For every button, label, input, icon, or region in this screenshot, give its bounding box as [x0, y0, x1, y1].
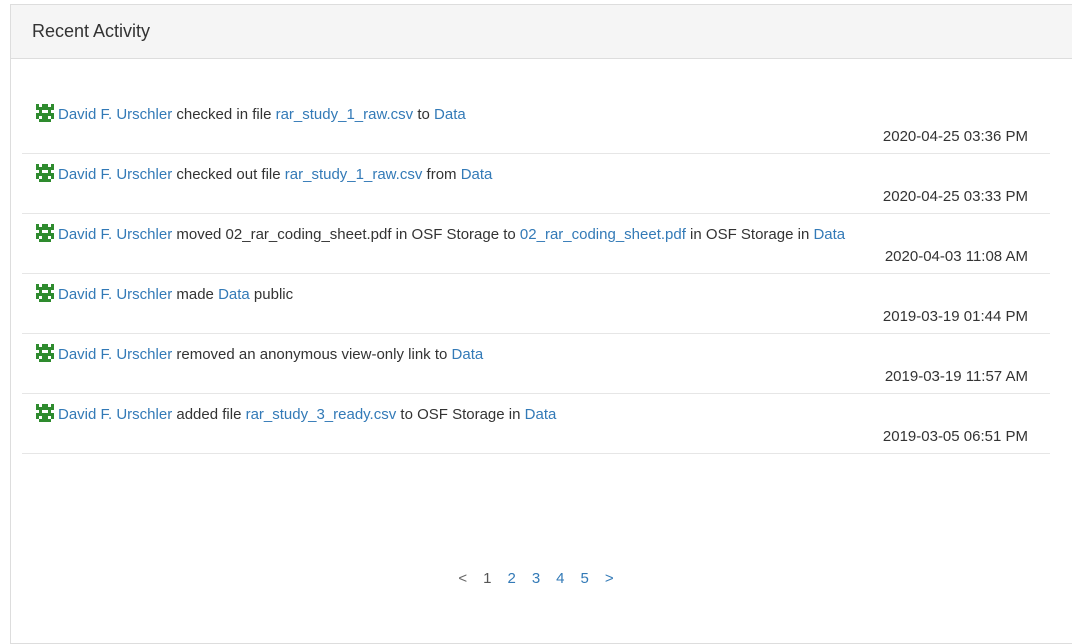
activity-log-item: David F. Urschler made Data public 2019-0… [22, 274, 1050, 334]
pager-next-button[interactable]: > [605, 570, 614, 587]
log-text-fragment: added file [172, 406, 246, 423]
user-link[interactable]: David F. Urschler [58, 406, 172, 423]
log-text: David F. Urschler checked in file rar_st… [22, 104, 1050, 126]
log-timestamp: 2020-04-25 03:33 PM [882, 188, 1028, 205]
pager-page-3[interactable]: 3 [532, 570, 540, 587]
identicon-avatar-icon [36, 104, 54, 122]
log-timestamp: 2020-04-25 03:36 PM [882, 128, 1028, 145]
pager-page-2[interactable]: 2 [507, 570, 515, 587]
log-text: David F. Urschler removed an anonymous v… [22, 344, 1050, 366]
log-text-fragment: removed an anonymous view-only link to [172, 346, 452, 363]
log-text: David F. Urschler moved 02_rar_coding_sh… [22, 224, 1050, 246]
project-link[interactable]: Data [218, 286, 250, 303]
user-link[interactable]: David F. Urschler [58, 286, 172, 303]
identicon-avatar-icon [36, 284, 54, 302]
log-timestamp: 2019-03-19 01:44 PM [882, 308, 1028, 325]
activity-log-item: David F. Urschler moved 02_rar_coding_sh… [22, 214, 1050, 274]
file-link[interactable]: rar_study_3_ready.csv [246, 406, 397, 423]
log-text-fragment: checked out file [172, 166, 285, 183]
log-timestamp: 2020-04-03 11:08 AM [884, 248, 1028, 265]
user-link[interactable]: David F. Urschler [58, 166, 172, 183]
project-link[interactable]: Data [813, 226, 845, 243]
log-text-fragment: public [249, 286, 294, 303]
log-text-fragment: to [413, 106, 435, 123]
activity-log-item: David F. Urschler checked in file rar_st… [22, 94, 1050, 154]
log-text: David F. Urschler added file rar_study_3… [22, 404, 1050, 426]
identicon-avatar-icon [36, 224, 54, 242]
log-timestamp: 2019-03-05 06:51 PM [882, 428, 1028, 445]
log-text-fragment: made [172, 286, 219, 303]
log-text-fragment: to OSF Storage in [396, 406, 525, 423]
user-link[interactable]: David F. Urschler [58, 106, 172, 123]
project-link[interactable]: Data [452, 346, 484, 363]
identicon-avatar-icon [36, 404, 54, 422]
pager-prev-button[interactable]: < [458, 570, 467, 587]
log-timestamp: 2019-03-19 11:57 AM [884, 368, 1028, 385]
file-link[interactable]: rar_study_1_raw.csv [285, 166, 423, 183]
user-link[interactable]: David F. Urschler [58, 226, 172, 243]
activity-log-item: David F. Urschler removed an anonymous v… [22, 334, 1050, 394]
pager-page-4[interactable]: 4 [556, 570, 564, 587]
log-text-fragment: in OSF Storage in [685, 226, 814, 243]
file-link[interactable]: rar_study_1_raw.csv [276, 106, 414, 123]
log-text: David F. Urschler made Data public [22, 284, 1050, 306]
panel-header: Recent Activity [11, 5, 1072, 59]
pager-page-1[interactable]: 1 [483, 570, 491, 587]
user-link[interactable]: David F. Urschler [58, 346, 172, 363]
log-text: David F. Urschler checked out file rar_s… [22, 164, 1050, 186]
pager-page-5[interactable]: 5 [581, 570, 589, 587]
activity-log-item: David F. Urschler added file rar_study_3… [22, 394, 1050, 454]
log-text-fragment: moved 02_rar_coding_sheet.pdf in OSF Sto… [172, 226, 520, 243]
file-link[interactable]: 02_rar_coding_sheet.pdf [520, 226, 686, 243]
activity-log-list: David F. Urschler checked in file rar_st… [22, 94, 1050, 454]
project-link[interactable]: Data [461, 166, 493, 183]
panel-title: Recent Activity [32, 21, 151, 41]
activity-log-item: David F. Urschler checked out file rar_s… [22, 154, 1050, 214]
identicon-avatar-icon [36, 344, 54, 362]
log-text-fragment: from [422, 166, 461, 183]
project-link[interactable]: Data [434, 106, 466, 123]
project-link[interactable]: Data [525, 406, 557, 423]
identicon-avatar-icon [36, 164, 54, 182]
pagination: <1 2 3 4 5 > [0, 570, 1072, 587]
log-text-fragment: checked in file [172, 106, 276, 123]
